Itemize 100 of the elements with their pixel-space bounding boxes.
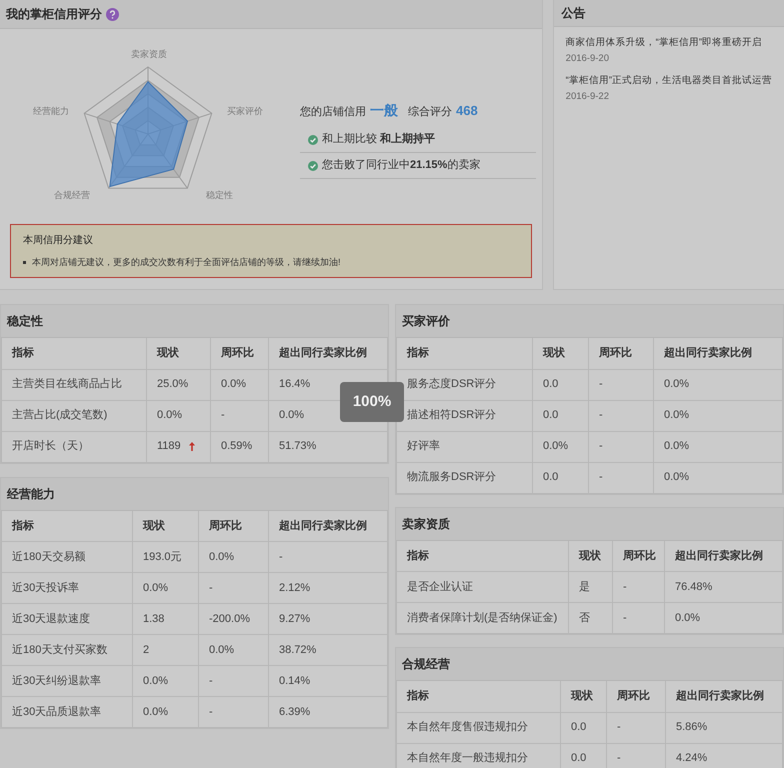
- table-cell: 0.0%: [198, 634, 268, 666]
- zoom-indicator: 100%: [340, 382, 404, 422]
- advice-text: 本周对店铺无建议，更多的成交次数有利于全面评估店铺的等级，请继续加油!: [32, 256, 341, 269]
- column-header: 现状: [560, 681, 606, 712]
- column-header: 周环比: [588, 338, 654, 369]
- radar-axis-label: 买家评价: [227, 105, 263, 118]
- table-cell: -: [268, 542, 388, 572]
- column-header: 指标: [396, 681, 560, 712]
- table-cell: 0.0: [560, 712, 606, 743]
- credit-level: 一般: [370, 101, 398, 120]
- table-cell: 好评率: [396, 431, 532, 462]
- table-cell: -: [606, 712, 666, 743]
- table-cell: 6.39%: [268, 696, 388, 728]
- radar-axis-label: 卖家资质: [131, 48, 167, 61]
- announcement-date: 2016-9-22: [566, 90, 610, 104]
- section-title: 卖家资质: [402, 516, 450, 532]
- check-icon: [308, 134, 318, 144]
- column-header: 现状: [532, 338, 588, 369]
- column-header: 超出同行卖家比例: [268, 510, 388, 542]
- table-cell: 近180天支付买家数: [2, 634, 132, 666]
- column-header: 现状: [132, 510, 198, 542]
- table-cell: 0.0%: [132, 666, 198, 696]
- table-cell: 主营类目在线商品占比: [2, 369, 146, 400]
- table-cell: 0.0%: [654, 431, 782, 462]
- column-header: 周环比: [210, 338, 268, 369]
- table-cell: -200.0%: [198, 604, 268, 634]
- table-cell: 近30天纠纷退款率: [2, 666, 132, 696]
- table-cell: -: [588, 431, 654, 462]
- table-cell: 0.0%: [132, 696, 198, 728]
- table-cell: 消费者保障计划(是否纳保证金): [396, 602, 568, 634]
- section-title: 买家评价: [402, 313, 450, 330]
- bullet-icon: [23, 261, 26, 264]
- table-cell: 0.14%: [268, 666, 388, 696]
- table-cell: 0.0: [532, 462, 588, 493]
- comparison-text: 和上期比较 和上期持平: [322, 132, 436, 148]
- section-title: 稳定性: [7, 313, 43, 330]
- table-cell: 193.0元: [132, 542, 198, 572]
- column-header: 现状: [146, 338, 210, 369]
- table-cell: 9.27%: [268, 604, 388, 634]
- table-cell: 0.59%: [210, 431, 268, 462]
- table-cell: 主营占比(成交笔数): [2, 400, 146, 431]
- table-cell: -: [198, 572, 268, 604]
- table-cell: 0.0%: [146, 400, 210, 431]
- table-cell: 近30天品质退款率: [2, 696, 132, 728]
- table-cell: -: [612, 602, 664, 634]
- table-cell: 0.0%: [132, 572, 198, 604]
- table-cell: 近30天投诉率: [2, 572, 132, 604]
- column-header: 超出同行卖家比例: [654, 338, 782, 369]
- score-label: 综合评分: [408, 104, 452, 120]
- table-cell: 51.73%: [268, 431, 388, 462]
- column-header: 周环比: [612, 540, 664, 572]
- table-cell: 开店时长（天）: [2, 431, 146, 462]
- table-cell: -: [588, 400, 654, 431]
- table-cell: 0.0%: [654, 369, 782, 400]
- table-cell: 1.38: [132, 604, 198, 634]
- announcement-link[interactable]: “掌柜信用”正式启动，生活电器类目首批试运营: [566, 73, 772, 89]
- table-cell: -: [198, 696, 268, 728]
- radar-axis-label: 经营能力: [33, 105, 69, 118]
- table-cell: 本自然年度一般违规扣分: [396, 743, 560, 768]
- table-cell: 0.0: [532, 369, 588, 400]
- radar-axis-label: 稳定性: [206, 189, 233, 202]
- table-cell: 近30天退款速度: [2, 604, 132, 634]
- table-cell: 2: [132, 634, 198, 666]
- panel-title: 我的掌柜信用评分: [6, 6, 102, 23]
- help-icon[interactable]: [106, 8, 119, 20]
- table-cell: 76.48%: [664, 572, 782, 602]
- column-header: 周环比: [198, 510, 268, 542]
- table-cell: -: [588, 369, 654, 400]
- table-cell: -: [588, 462, 654, 493]
- section-title: 经营能力: [7, 486, 55, 502]
- table-cell: 本自然年度售假违规扣分: [396, 712, 560, 743]
- section-title: 合规经营: [402, 656, 450, 673]
- panel-title: 公告: [562, 5, 586, 22]
- credit-label: 您的店铺信用: [300, 104, 366, 120]
- table-cell: 否: [568, 602, 612, 634]
- radar-axis-label: 合规经营: [54, 189, 90, 202]
- table-cell: 近180天交易额: [2, 542, 132, 572]
- announcement-link[interactable]: 商家信用体系升级，“掌柜信用”即将重磅开启: [566, 35, 772, 51]
- table-cell: 0.0%: [664, 602, 782, 634]
- column-header: 指标: [396, 338, 532, 369]
- table-cell: 0.0: [532, 400, 588, 431]
- table-cell: 5.86%: [666, 712, 782, 743]
- comparison-text: 您击败了同行业中21.15%的卖家: [322, 158, 480, 174]
- table-cell: 0.0%: [532, 431, 588, 462]
- table-cell: 1189: [146, 431, 210, 462]
- announcement-date: 2016-9-20: [566, 52, 610, 66]
- table-cell: 物流服务DSR评分: [396, 462, 532, 493]
- advice-title: 本周信用分建议: [23, 234, 94, 248]
- column-header: 指标: [396, 540, 568, 572]
- table-cell: 38.72%: [268, 634, 388, 666]
- check-icon: [308, 160, 318, 170]
- column-header: 指标: [2, 338, 146, 369]
- table-cell: 是否企业认证: [396, 572, 568, 602]
- column-header: 周环比: [606, 681, 666, 712]
- table-cell: 2.12%: [268, 572, 388, 604]
- table-cell: 0.0%: [654, 462, 782, 493]
- column-header: 指标: [2, 510, 132, 542]
- column-header: 超出同行卖家比例: [664, 540, 782, 572]
- score-value: 468: [456, 102, 478, 120]
- table-cell: -: [612, 572, 664, 602]
